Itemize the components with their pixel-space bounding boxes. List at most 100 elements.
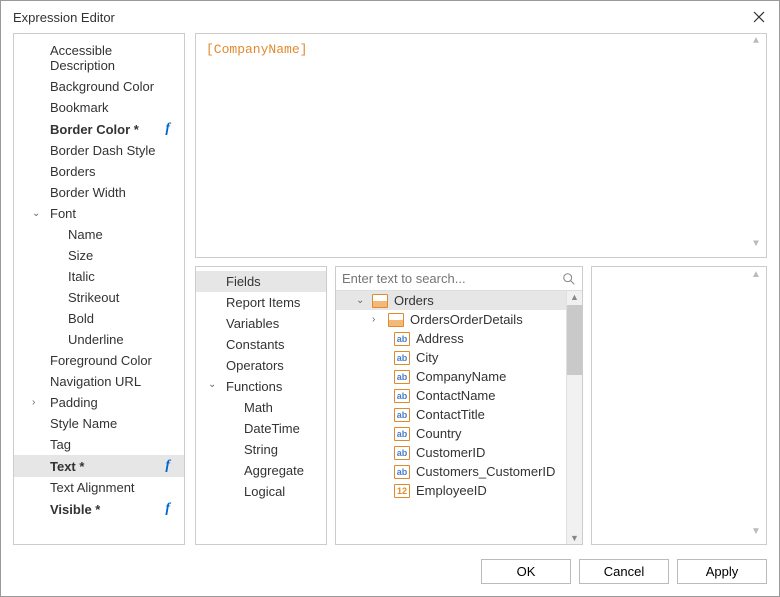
field-item[interactable]: Country [336,424,582,443]
close-icon [753,11,765,23]
text-field-icon [394,389,410,403]
field-item[interactable]: CompanyName [336,367,582,386]
fields-scrollbar[interactable]: ▲ ▼ [566,291,582,544]
property-item[interactable]: Border Dash Style [14,140,184,161]
scroll-down-icon[interactable]: ▼ [748,526,764,542]
property-item[interactable]: Style Name [14,413,184,434]
field-label: ContactTitle [416,407,485,422]
property-item[interactable]: ⌄Font [14,203,184,224]
property-item[interactable]: Background Color [14,76,184,97]
property-label: Size [68,248,93,263]
property-item[interactable]: Navigation URL [14,371,184,392]
properties-panel: Accessible Description Background Color Bo… [13,33,185,545]
property-item[interactable]: Italic [14,266,184,287]
scroll-up-icon[interactable]: ▲ [567,292,582,302]
property-label: Border Dash Style [50,143,156,158]
property-item[interactable]: Text Alignment [14,477,184,498]
field-label: OrdersOrderDetails [410,312,523,327]
category-item[interactable]: Report Items [196,292,326,313]
text-field-icon [394,351,410,365]
close-button[interactable] [749,7,769,27]
text-field-icon [394,370,410,384]
field-label: ContactName [416,388,495,403]
category-label: Aggregate [244,463,304,478]
number-field-icon [394,484,410,498]
field-item[interactable]: ContactName [336,386,582,405]
category-item[interactable]: Variables [196,313,326,334]
property-label: Style Name [50,416,117,431]
field-label: Address [416,331,464,346]
scroll-up-icon[interactable]: ▲ [748,269,764,285]
search-input[interactable] [342,271,562,286]
field-label: City [416,350,438,365]
property-label: Bookmark [50,100,109,115]
category-item[interactable]: String [196,439,326,460]
window-title: Expression Editor [13,10,115,25]
property-item[interactable]: Visible *f [14,498,184,520]
field-item[interactable]: ⌄Orders [336,291,582,310]
field-item[interactable]: CustomerID [336,443,582,462]
property-item[interactable]: Tag [14,434,184,455]
field-label: EmployeeID [416,483,487,498]
chevron-down-icon: ⌄ [208,379,216,390]
field-label: CustomerID [416,445,485,460]
property-item[interactable]: Strikeout [14,287,184,308]
fields-panel: ⌄Orders›OrdersOrderDetails Address City Com… [335,266,583,545]
expression-textarea[interactable]: [CompanyName] ▲ ▼ [195,33,767,258]
property-label: Foreground Color [50,353,152,368]
property-item[interactable]: Border Color *f [14,118,184,140]
categories-panel: Fields Report Items VariablesConstantsOper… [195,266,327,545]
category-label: Fields [226,274,261,289]
category-label: Logical [244,484,285,499]
ok-button[interactable]: OK [481,559,571,584]
text-field-icon [394,408,410,422]
property-item[interactable]: Accessible Description [14,40,184,76]
table-icon [388,313,404,327]
scroll-down-icon[interactable]: ▼ [567,533,582,543]
property-item[interactable]: Borders [14,161,184,182]
property-item[interactable]: Text *f [14,455,184,477]
fx-icon: f [165,501,170,517]
property-item[interactable]: ›Padding [14,392,184,413]
lower-panels: Fields Report Items VariablesConstantsOper… [195,266,767,545]
property-item[interactable]: Foreground Color [14,350,184,371]
field-item[interactable]: ContactTitle [336,405,582,424]
expression-text: [CompanyName] [206,42,307,57]
property-label: Name [68,227,103,242]
property-label: Text * [50,459,84,474]
category-item[interactable]: Math [196,397,326,418]
field-item[interactable]: City [336,348,582,367]
category-item[interactable]: Fields [196,271,326,292]
property-item[interactable]: Underline [14,329,184,350]
category-item[interactable]: ⌄Functions [196,376,326,397]
property-item[interactable]: Size [14,245,184,266]
table-icon [372,294,388,308]
property-label: Navigation URL [50,374,141,389]
scroll-up-icon[interactable]: ▲ [748,36,764,52]
property-item[interactable]: Border Width [14,182,184,203]
fields-list: ⌄Orders›OrdersOrderDetails Address City Com… [336,291,582,544]
property-label: Accessible Description [50,43,176,73]
property-item[interactable]: Bold [14,308,184,329]
chevron-down-icon: ⌄ [356,295,366,306]
scroll-down-icon[interactable]: ▼ [748,239,764,255]
cancel-button[interactable]: Cancel [579,559,669,584]
property-label: Italic [68,269,95,284]
apply-button[interactable]: Apply [677,559,767,584]
category-item[interactable]: Aggregate [196,460,326,481]
property-label: Bold [68,311,94,326]
field-item[interactable]: Address [336,329,582,348]
category-label: Report Items [226,295,300,310]
field-item[interactable]: ›OrdersOrderDetails [336,310,582,329]
field-item[interactable]: Customers_CustomerID [336,462,582,481]
field-item[interactable]: EmployeeID [336,481,582,500]
property-item[interactable]: Bookmark [14,97,184,118]
category-item[interactable]: Constants [196,334,326,355]
category-item[interactable]: DateTime [196,418,326,439]
category-item[interactable]: Logical [196,481,326,502]
property-item[interactable]: Name [14,224,184,245]
category-item[interactable]: Operators [196,355,326,376]
category-label: String [244,442,278,457]
property-label: Borders [50,164,96,179]
scroll-thumb[interactable] [567,305,582,375]
